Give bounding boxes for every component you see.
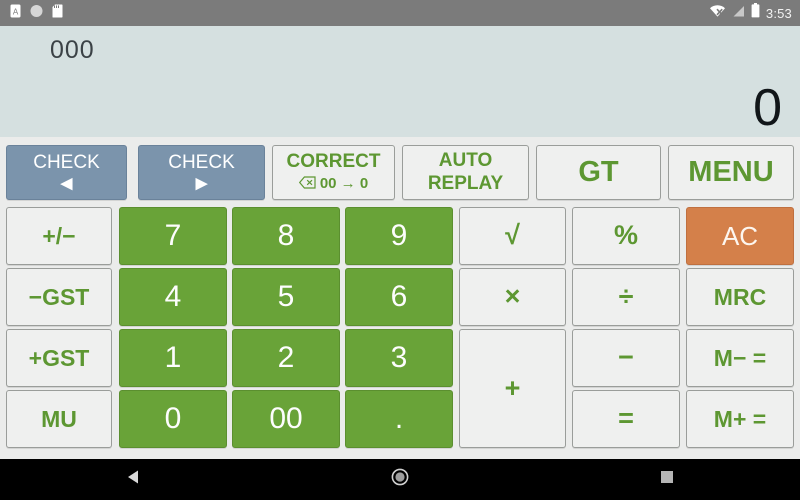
signal-icon <box>732 4 745 23</box>
backspace-icon <box>298 176 316 193</box>
android-navigation-bar <box>0 459 800 500</box>
sign-toggle-button[interactable]: +/− <box>6 207 112 265</box>
nav-back-button[interactable] <box>0 469 267 490</box>
add-button[interactable]: + <box>459 329 566 448</box>
nav-recents-button[interactable] <box>533 470 800 489</box>
multiply-label: × <box>504 281 521 312</box>
display-value: 0 <box>753 79 782 137</box>
all-clear-button[interactable]: AC <box>686 207 794 265</box>
digit-1-button[interactable]: 1 <box>119 329 227 387</box>
menu-label: MENU <box>688 155 774 188</box>
check-forward-button[interactable]: CHECK ▶ <box>138 145 265 200</box>
digit-4-label: 4 <box>164 279 182 313</box>
decimal-point-label: . <box>394 401 404 435</box>
calculator-app: A 3:53 000 0 CHECK ◀ CHECK ▶ CORRECT 00 … <box>0 0 800 500</box>
plus-gst-button[interactable]: +GST <box>6 329 112 387</box>
auto-replay-line2: REPLAY <box>427 172 504 194</box>
digit-3-label: 3 <box>390 340 408 374</box>
divide-label: ÷ <box>618 281 634 312</box>
equals-button[interactable]: = <box>572 390 680 448</box>
memory-plus-button[interactable]: M+ = <box>686 390 794 448</box>
digit-0-button[interactable]: 0 <box>119 390 227 448</box>
nav-home-button[interactable] <box>267 468 534 491</box>
digit-8-button[interactable]: 8 <box>232 207 340 265</box>
check-forward-label: CHECK <box>168 151 235 173</box>
digit-6-button[interactable]: 6 <box>345 268 453 326</box>
percent-button[interactable]: % <box>572 207 680 265</box>
auto-replay-line1: AUTO <box>438 149 493 171</box>
square-root-button[interactable]: √ <box>459 207 566 265</box>
grand-total-label: GT <box>578 155 619 188</box>
triangle-left-icon: ◀ <box>60 175 73 193</box>
wifi-off-icon <box>709 4 726 23</box>
auto-replay-button[interactable]: AUTO REPLAY <box>402 145 529 200</box>
digit-5-button[interactable]: 5 <box>232 268 340 326</box>
digit-6-label: 6 <box>390 279 408 313</box>
subtract-button[interactable]: − <box>572 329 680 387</box>
digit-7-label: 7 <box>164 218 182 252</box>
status-bar-clock: 3:53 <box>765 5 792 21</box>
divide-button[interactable]: ÷ <box>572 268 680 326</box>
minus-gst-button[interactable]: −GST <box>6 268 112 326</box>
digit-5-label: 5 <box>277 279 295 313</box>
calculator-display: 000 0 <box>0 26 800 137</box>
status-bar-left-icons: A <box>10 4 63 23</box>
memory-minus-label: M− = <box>713 344 767 371</box>
equals-label: = <box>618 403 634 434</box>
triangle-right-icon: ▶ <box>195 175 208 193</box>
plus-gst-label: +GST <box>28 344 90 371</box>
memory-recall-label: MRC <box>713 283 767 310</box>
correct-label: CORRECT <box>286 151 381 173</box>
keypad: CHECK ◀ CHECK ▶ CORRECT 00 → 0 AUTO REPL… <box>0 137 800 459</box>
percent-label: % <box>613 220 638 251</box>
status-bar-right-icons: 3:53 <box>709 3 792 23</box>
subtract-label: − <box>618 342 634 373</box>
digit-7-button[interactable]: 7 <box>119 207 227 265</box>
circle-icon <box>30 4 43 23</box>
memory-minus-button[interactable]: M− = <box>686 329 794 387</box>
digit-1-label: 1 <box>164 340 182 374</box>
digit-9-label: 9 <box>390 218 408 252</box>
digit-0-label: 0 <box>164 401 182 435</box>
back-triangle-icon <box>126 469 141 490</box>
decimal-point-button[interactable]: . <box>345 390 453 448</box>
markup-button[interactable]: MU <box>6 390 112 448</box>
markup-label: MU <box>41 405 77 432</box>
check-back-label: CHECK <box>33 151 100 173</box>
all-clear-label: AC <box>721 220 759 251</box>
menu-button[interactable]: MENU <box>668 145 794 200</box>
digit-00-label: 00 <box>269 401 303 435</box>
square-root-label: √ <box>505 220 520 251</box>
digit-2-label: 2 <box>277 340 295 374</box>
memory-indicator: 000 <box>50 36 95 64</box>
digit-9-button[interactable]: 9 <box>345 207 453 265</box>
minus-gst-label: −GST <box>28 283 90 310</box>
memory-plus-label: M+ = <box>713 405 767 432</box>
digit-4-button[interactable]: 4 <box>119 268 227 326</box>
add-label: + <box>504 372 521 403</box>
digit-00-button[interactable]: 00 <box>232 390 340 448</box>
battery-icon <box>751 3 760 23</box>
digit-3-button[interactable]: 3 <box>345 329 453 387</box>
sd-card-icon <box>52 4 63 23</box>
correct-button[interactable]: CORRECT 00 → 0 <box>272 145 395 200</box>
check-back-button[interactable]: CHECK ◀ <box>6 145 127 200</box>
android-status-bar: A 3:53 <box>0 0 800 26</box>
digit-2-button[interactable]: 2 <box>232 329 340 387</box>
svg-text:A: A <box>13 7 19 16</box>
digit-8-label: 8 <box>277 218 295 252</box>
recents-square-icon <box>660 470 674 489</box>
multiply-button[interactable]: × <box>459 268 566 326</box>
sign-toggle-label: +/− <box>42 222 76 249</box>
correct-sub-label: 00 → 0 <box>319 175 369 193</box>
memory-recall-button[interactable]: MRC <box>686 268 794 326</box>
grand-total-button[interactable]: GT <box>536 145 661 200</box>
sim-card-a-icon: A <box>10 4 21 23</box>
home-circle-icon <box>391 468 409 491</box>
